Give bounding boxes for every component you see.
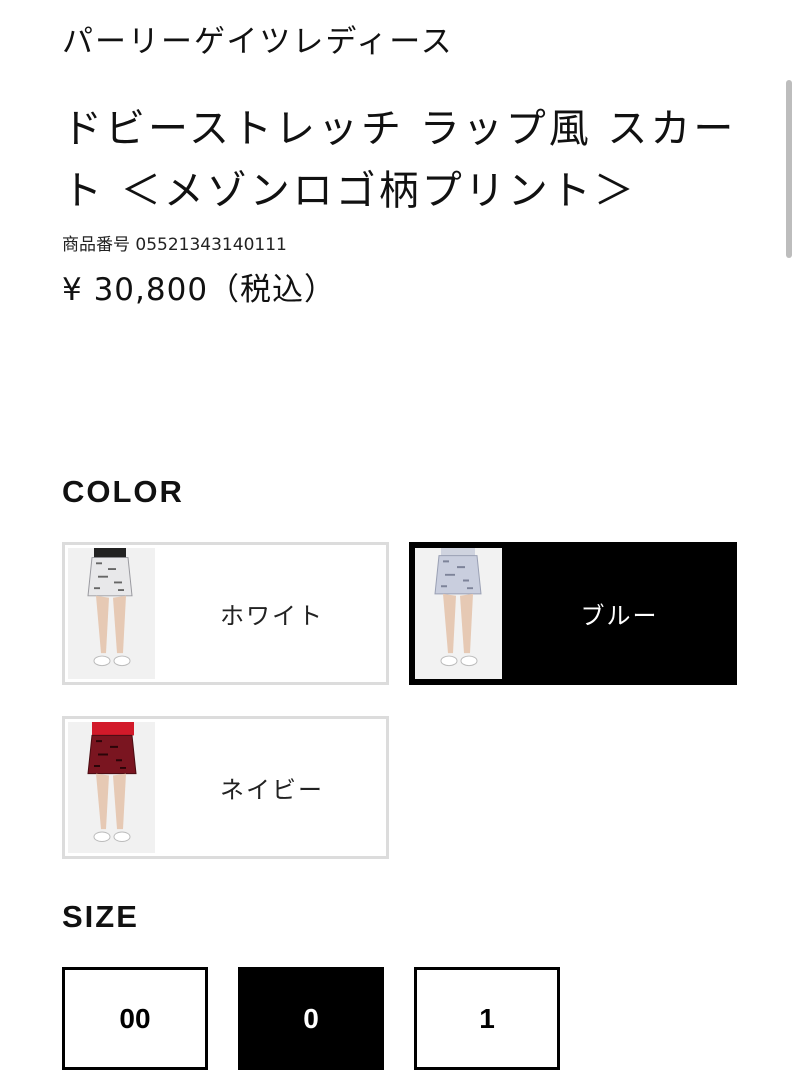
scrollbar[interactable] [786,80,792,258]
color-option-blue[interactable]: ブルー [409,542,737,685]
brand-name: パーリーゲイツレディース [62,24,454,60]
product-title: ドビーストレッチ ラップ風 スカート ＜メゾンロゴ柄プリント＞ [62,106,737,214]
size-option-00[interactable]: 00 [62,967,208,1070]
color-option-white[interactable]: ホワイト [62,542,389,685]
skirt-photo-white-icon [68,548,155,679]
product-price: ¥ 30,800（税込） [62,272,337,308]
size-option-0[interactable]: 0 [238,967,384,1070]
size-option-1[interactable]: 1 [414,967,560,1070]
skirt-photo-navy-icon [68,722,155,853]
color-heading: COLOR [62,474,184,509]
color-option-label: ネイビー [220,776,324,804]
size-heading: SIZE [62,899,139,934]
color-option-label: ホワイト [220,602,324,630]
color-option-label: ブルー [580,602,659,630]
product-number: 商品番号 05521343140111 [62,235,287,255]
color-option-navy[interactable]: ネイビー [62,716,389,859]
skirt-photo-blue-icon [415,548,502,679]
